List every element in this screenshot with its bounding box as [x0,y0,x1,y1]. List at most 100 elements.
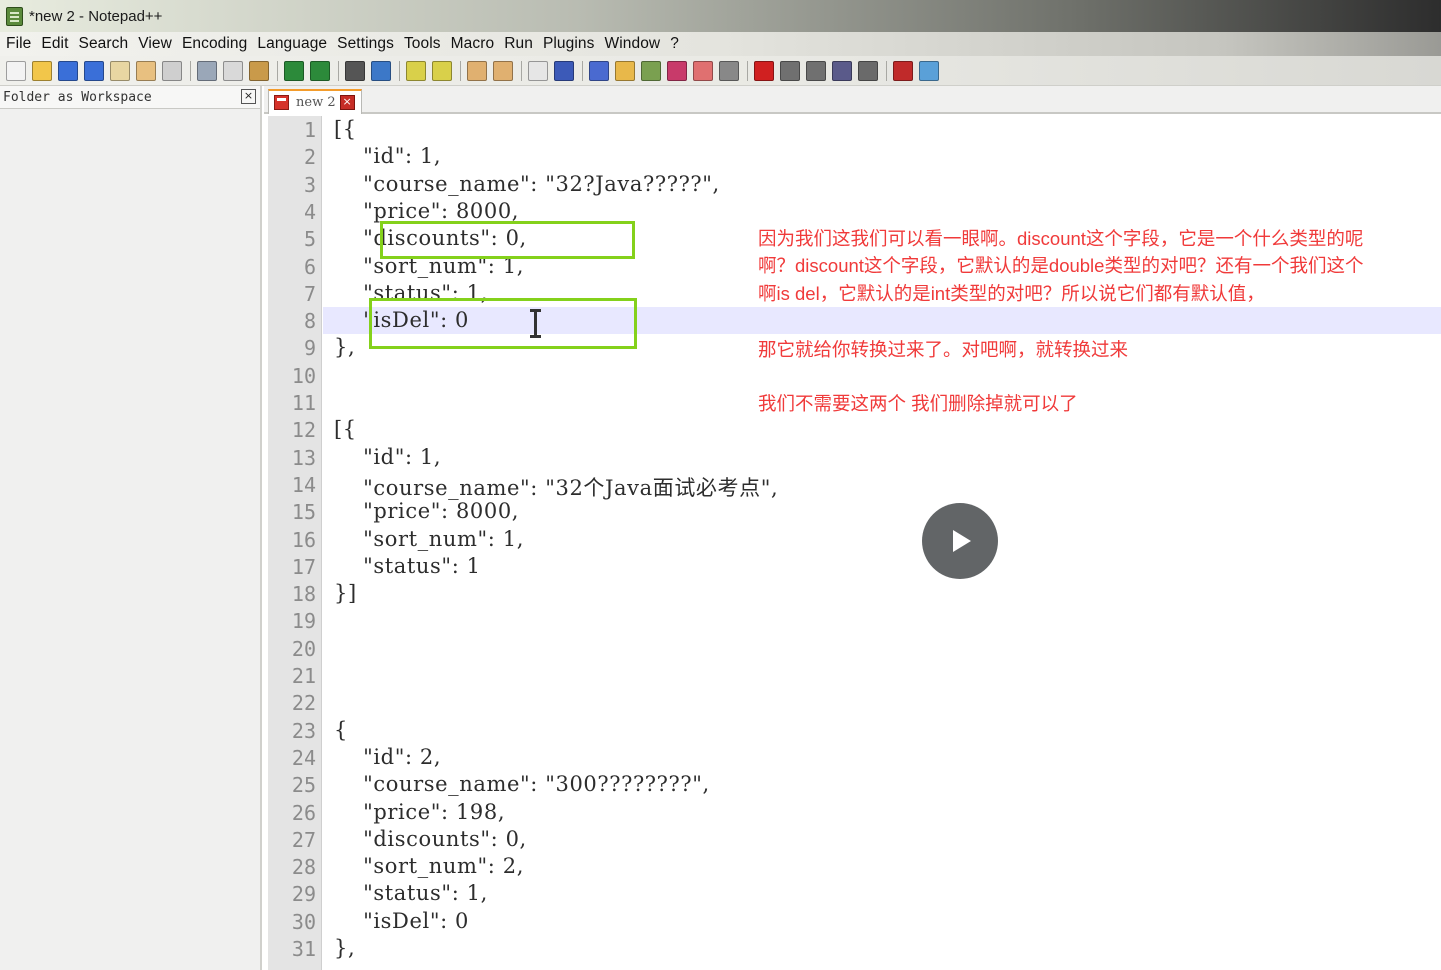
code-line[interactable]: "isDel": 0 [334,909,469,933]
line-number: 23 [291,718,316,743]
save-all-icon[interactable] [84,60,104,81]
sync-vertical-icon[interactable] [467,60,487,81]
code-line[interactable]: "sort_num": 1, [334,527,524,551]
code-line[interactable]: { [334,718,348,742]
line-number: 22 [291,691,316,716]
find-icon[interactable] [345,60,365,81]
redo-icon[interactable] [310,60,330,81]
menu-edit[interactable]: Edit [41,35,68,53]
toolbar-separator [886,60,887,81]
code-line[interactable]: "status": 1, [334,881,488,905]
toolbar-separator [190,60,191,81]
spell-settings-icon[interactable] [919,60,939,81]
line-number: 7 [303,281,316,306]
line-number: 2 [303,145,316,170]
zoom-out-icon[interactable] [432,60,452,81]
toolbar-separator [747,60,748,81]
line-number: 18 [291,582,316,607]
word-wrap-icon[interactable] [528,60,548,81]
line-number: 25 [291,773,316,798]
stop-record-icon[interactable] [780,60,800,81]
text-cursor-icon [530,309,541,339]
replace-icon[interactable] [371,60,391,81]
menu-help[interactable]: ? [670,35,679,53]
print-icon[interactable] [162,60,182,81]
menu-plugins[interactable]: Plugins [543,35,595,53]
doc-map-icon[interactable] [641,60,661,81]
code-line[interactable]: "price": 198, [334,800,505,824]
menu-language[interactable]: Language [257,35,327,53]
line-number: 19 [291,609,316,634]
code-line[interactable]: "id": 1, [334,144,441,168]
monitoring-icon[interactable] [719,60,739,81]
paste-icon[interactable] [249,60,269,81]
function-list-icon[interactable] [667,60,687,81]
tab-close-icon[interactable]: × [339,95,355,110]
folder-workspace-icon[interactable] [693,60,713,81]
code-line[interactable]: }, [334,936,355,960]
toolbar-separator [521,60,522,81]
sync-horizontal-icon[interactable] [493,60,513,81]
record-macro-icon[interactable] [754,60,774,81]
menu-window[interactable]: Window [605,35,661,53]
code-line[interactable]: [{ [334,417,357,441]
menu-tools[interactable]: Tools [404,35,441,53]
zoom-in-icon[interactable] [406,60,426,81]
menu-file[interactable]: File [6,35,31,53]
code-line[interactable]: "status": 1 [334,554,481,578]
cut-icon[interactable] [197,60,217,81]
open-file-icon[interactable] [32,60,52,81]
spell-check-icon[interactable] [893,60,913,81]
menu-bar: File Edit Search View Encoding Language … [0,32,1441,56]
menu-search[interactable]: Search [79,35,129,53]
save-macro-icon[interactable] [858,60,878,81]
toolbar-separator [582,60,583,81]
code-line[interactable]: [{ [334,117,357,141]
code-line[interactable]: "course_name": "32个Java面试必考点", [334,472,778,502]
video-play-button[interactable] [922,503,998,579]
toolbar [0,56,1441,86]
new-file-icon[interactable] [6,60,26,81]
menu-view[interactable]: View [138,35,172,53]
panel-header: Folder as Workspace × [0,86,260,109]
annotation-line-5: 我们不需要这两个 我们删除掉就可以了 [758,393,1078,414]
annotation-line-4: 那它就给你转换过来了。对吧啊，就转换过来 [758,339,1129,360]
code-line[interactable]: "price": 8000, [334,499,519,523]
panel-close-icon[interactable]: × [241,89,256,104]
code-line[interactable]: }, [334,335,355,359]
code-line[interactable]: "course_name": "32?Java?????", [334,172,720,196]
code-line[interactable]: "id": 1, [334,445,441,469]
line-number: 4 [303,199,316,224]
tab-new-2[interactable]: new 2 × [268,89,362,114]
menu-settings[interactable]: Settings [337,35,394,53]
show-all-chars-icon[interactable] [554,60,574,81]
close-icon[interactable] [110,60,130,81]
unsaved-file-icon [274,95,289,110]
save-icon[interactable] [58,60,78,81]
copy-icon[interactable] [223,60,243,81]
code-line[interactable]: }] [334,581,357,605]
line-number: 10 [291,363,316,388]
line-number: 6 [303,254,316,279]
line-number: 29 [291,882,316,907]
line-number: 12 [291,418,316,443]
code-line[interactable]: "sort_num": 2, [334,854,524,878]
line-number: 14 [291,472,316,497]
code-line[interactable]: "id": 2, [334,745,441,769]
indent-guide-icon[interactable] [589,60,609,81]
code-line[interactable]: "discounts": 0, [334,827,527,851]
run-multiple-icon[interactable] [832,60,852,81]
code-line[interactable]: "course_name": "300????????", [334,772,710,796]
menu-run[interactable]: Run [504,35,533,53]
udl-icon[interactable] [615,60,635,81]
line-number: 28 [291,855,316,880]
close-all-icon[interactable] [136,60,156,81]
title-bar: *new 2 - Notepad++ [0,0,1441,32]
menu-encoding[interactable]: Encoding [182,35,247,53]
playback-icon[interactable] [806,60,826,81]
undo-icon[interactable] [284,60,304,81]
menu-macro[interactable]: Macro [451,35,495,53]
line-number: 11 [291,391,316,415]
code-line[interactable]: "price": 8000, [334,199,519,223]
toolbar-separator [460,60,461,81]
